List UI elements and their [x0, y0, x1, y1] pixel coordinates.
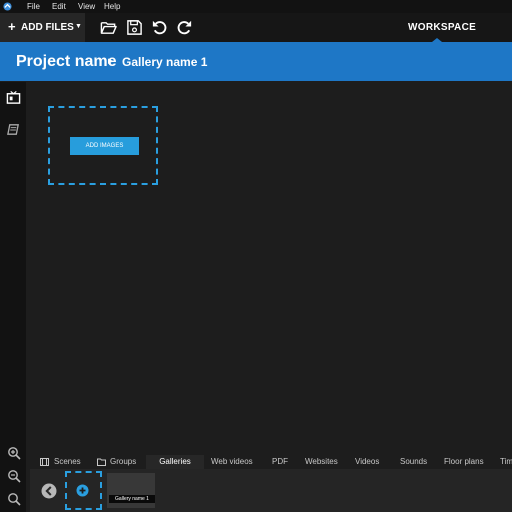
gallery-thumbnail-label: Gallery name 1 [109, 495, 155, 503]
tab-videos[interactable]: Videos [355, 455, 379, 469]
undo-icon[interactable] [151, 19, 168, 36]
tab-sounds[interactable]: Sounds [400, 455, 427, 469]
add-files-button[interactable]: + ADD FILES ▼ [0, 13, 85, 42]
menu-view[interactable]: View [78, 2, 95, 11]
add-images-button[interactable]: ADD IMAGES [70, 137, 139, 155]
scenes-icon [40, 458, 49, 466]
tab-floor-plans[interactable]: Floor plans [444, 455, 484, 469]
redo-icon[interactable] [176, 19, 193, 36]
save-icon[interactable] [126, 19, 143, 36]
zoom-fit-icon[interactable] [7, 492, 21, 506]
tab-groups[interactable]: Groups [110, 455, 136, 469]
folder-open-icon[interactable] [100, 19, 117, 36]
project-header: Project name ▶ Gallery name 1 [0, 42, 512, 81]
tab-timelines[interactable]: Tim [500, 455, 512, 469]
menu-file[interactable]: File [27, 2, 40, 11]
caret-down-icon: ▼ [75, 23, 82, 30]
gallery-strip [30, 469, 512, 512]
add-files-label: ADD FILES [21, 22, 74, 33]
zoom-in-icon[interactable] [7, 446, 21, 460]
folder-icon [97, 458, 106, 466]
workspace-tab[interactable]: WORKSPACE [408, 23, 476, 33]
menu-edit[interactable]: Edit [52, 2, 66, 11]
toolbar: + ADD FILES ▼ WORKSPACE [0, 13, 512, 42]
tab-scenes[interactable]: Scenes [54, 455, 81, 469]
menu-help[interactable]: Help [104, 2, 120, 11]
tab-pdf[interactable]: PDF [272, 455, 288, 469]
previous-arrow-icon[interactable] [41, 483, 57, 499]
tab-galleries[interactable]: Galleries [146, 455, 204, 469]
app-logo-icon [3, 2, 12, 11]
content-tabs: Scenes Groups Galleries Web videos PDF W… [26, 455, 512, 469]
book-icon[interactable] [6, 122, 21, 137]
gallery-name[interactable]: Gallery name 1 [122, 55, 207, 69]
add-circle-icon[interactable] [76, 484, 89, 497]
menu-bar: File Edit View Help [0, 0, 512, 13]
tab-web-videos[interactable]: Web videos [211, 455, 253, 469]
project-name[interactable]: Project name [16, 53, 116, 70]
tab-websites[interactable]: Websites [305, 455, 338, 469]
zoom-out-icon[interactable] [7, 469, 21, 483]
scene-editor-icon[interactable] [6, 90, 21, 105]
breadcrumb-chevron-icon: ▶ [108, 58, 114, 65]
plus-icon: + [8, 19, 16, 34]
